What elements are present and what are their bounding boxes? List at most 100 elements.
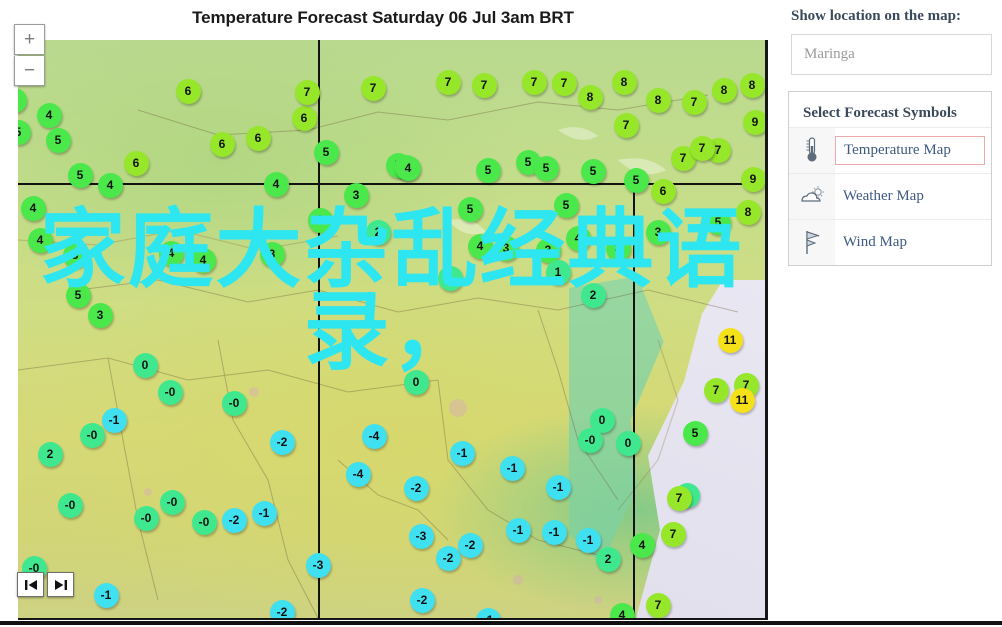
temperature-marker[interactable]: -2 <box>269 429 295 455</box>
temperature-marker[interactable]: -3 <box>408 523 434 549</box>
temperature-marker[interactable]: 4 <box>609 602 635 618</box>
temperature-marker[interactable]: 5 <box>65 282 91 308</box>
temperature-marker[interactable]: 7 <box>294 79 320 105</box>
temperature-marker[interactable]: 3 <box>307 207 333 233</box>
temperature-marker[interactable]: 7 <box>645 592 671 618</box>
temperature-marker[interactable]: 5 <box>623 167 649 193</box>
temperature-marker[interactable]: 7 <box>435 69 461 95</box>
temperature-marker[interactable]: 8 <box>611 69 637 95</box>
temperature-marker[interactable]: 6 <box>650 178 676 204</box>
temperature-marker[interactable]: -2 <box>435 545 461 571</box>
temperature-marker[interactable]: 4 <box>36 102 62 128</box>
temperature-marker[interactable]: -1 <box>101 407 127 433</box>
temperature-marker[interactable]: 3 <box>645 219 671 245</box>
temperature-marker[interactable]: -2 <box>538 620 563 621</box>
temperature-marker[interactable]: -1 <box>575 527 601 553</box>
temperature-marker[interactable]: 5 <box>313 139 339 165</box>
temperature-marker[interactable]: 4 <box>565 225 591 251</box>
temperature-marker[interactable]: 3 <box>87 302 113 328</box>
temperature-marker[interactable]: -1 <box>449 440 475 466</box>
zoom-out-button[interactable]: − <box>14 56 45 86</box>
temperature-marker[interactable]: 2 <box>580 282 606 308</box>
temperature-marker[interactable]: 4 <box>20 195 46 221</box>
forecast-map[interactable]: 5444565534646643673537255477557557585875… <box>18 40 768 620</box>
temperature-marker[interactable]: 4 <box>395 155 421 181</box>
temperature-marker[interactable]: 3 <box>259 241 285 267</box>
temperature-marker[interactable]: 5 <box>475 157 501 183</box>
step-forward-button[interactable] <box>47 572 74 597</box>
temperature-marker[interactable]: -2 <box>269 599 295 618</box>
temperature-marker[interactable]: 9 <box>740 166 765 192</box>
temperature-marker[interactable]: -0 <box>79 422 105 448</box>
temperature-marker[interactable]: 3 <box>343 182 369 208</box>
temperature-marker[interactable]: 11 <box>717 327 743 353</box>
temperature-marker[interactable]: 2 <box>37 441 63 467</box>
temperature-marker[interactable]: 9 <box>742 109 765 135</box>
temperature-marker[interactable]: 7 <box>521 69 547 95</box>
temperature-marker[interactable]: 5 <box>553 192 579 218</box>
zoom-in-button[interactable]: + <box>14 24 45 55</box>
temperature-marker[interactable]: 1 <box>437 265 463 291</box>
temperature-marker[interactable]: 7 <box>703 377 729 403</box>
temperature-marker[interactable]: -1 <box>251 500 277 526</box>
temperature-marker[interactable]: 0 <box>615 430 641 456</box>
temperature-marker[interactable]: -1 <box>499 455 525 481</box>
temperature-marker[interactable]: 7 <box>360 75 386 101</box>
temperature-marker[interactable]: -0 <box>577 427 603 453</box>
temperature-marker[interactable]: 7 <box>471 72 497 98</box>
temperature-marker[interactable]: -2 <box>409 587 435 613</box>
temperature-marker[interactable]: 4 <box>27 227 53 253</box>
temperature-marker[interactable]: 7 <box>666 485 692 511</box>
temperature-marker[interactable]: 8 <box>739 72 765 98</box>
temperature-marker[interactable]: 7 <box>689 135 715 161</box>
location-input-wrapper[interactable]: Maringa <box>791 34 992 75</box>
temperature-marker[interactable]: 0 <box>403 369 429 395</box>
symbol-option-weather-map[interactable]: Weather Map <box>789 172 991 219</box>
temperature-marker[interactable]: 6 <box>175 78 201 104</box>
symbol-option-wind-map[interactable]: Wind Map <box>789 218 991 265</box>
temperature-marker[interactable]: -2 <box>221 507 247 533</box>
temperature-marker[interactable]: 5 <box>580 158 606 184</box>
temperature-marker[interactable]: 4 <box>190 247 216 273</box>
temperature-marker[interactable]: 5 <box>62 242 88 268</box>
temperature-marker[interactable]: 3 <box>535 237 561 263</box>
temperature-marker[interactable]: -0 <box>57 492 83 518</box>
temperature-marker[interactable]: 5 <box>457 196 483 222</box>
temperature-marker[interactable]: 5 <box>533 155 559 181</box>
temperature-marker[interactable]: 5 <box>682 420 708 446</box>
temperature-marker[interactable]: -4 <box>345 461 371 487</box>
temperature-marker[interactable]: 7 <box>681 89 707 115</box>
temperature-marker[interactable]: -0 <box>221 390 247 416</box>
temperature-marker[interactable]: -0 <box>157 379 183 405</box>
temperature-marker[interactable]: -1 <box>505 517 531 543</box>
temperature-marker[interactable]: -0 <box>159 489 185 515</box>
temperature-marker[interactable]: 5 <box>67 162 93 188</box>
temperature-marker[interactable]: 7 <box>613 112 639 138</box>
temperature-marker[interactable]: 8 <box>577 84 603 110</box>
temperature-marker[interactable]: 8 <box>735 199 761 225</box>
temperature-marker[interactable]: 4 <box>97 172 123 198</box>
temperature-marker[interactable]: 4 <box>263 171 289 197</box>
temperature-marker[interactable]: 2 <box>595 546 621 572</box>
temperature-marker[interactable]: -2 <box>403 475 429 501</box>
temperature-marker[interactable]: -1 <box>541 519 567 545</box>
temperature-marker[interactable]: 11 <box>729 387 755 413</box>
symbol-option-temperature-map[interactable]: Temperature Map <box>789 126 991 173</box>
temperature-marker[interactable]: 8 <box>645 87 671 113</box>
temperature-marker[interactable]: 0 <box>132 352 158 378</box>
temperature-marker[interactable]: 3 <box>605 235 631 261</box>
temperature-marker[interactable]: 1 <box>545 259 571 285</box>
temperature-marker[interactable]: -0 <box>133 505 159 531</box>
temperature-marker[interactable]: 3 <box>493 235 519 261</box>
temperature-marker[interactable]: 4 <box>467 233 493 259</box>
temperature-marker[interactable]: 8 <box>711 77 737 103</box>
temperature-marker[interactable]: -1 <box>545 474 571 500</box>
temperature-marker[interactable]: 6 <box>291 105 317 131</box>
temperature-marker[interactable]: -0 <box>191 509 217 535</box>
temperature-marker[interactable]: -2 <box>457 532 483 558</box>
temperature-marker[interactable]: 6 <box>209 131 235 157</box>
temperature-marker[interactable]: 4 <box>629 532 655 558</box>
temperature-marker[interactable]: 7 <box>660 521 686 547</box>
temperature-marker[interactable]: 5 <box>705 209 731 235</box>
step-back-button[interactable] <box>17 572 44 597</box>
